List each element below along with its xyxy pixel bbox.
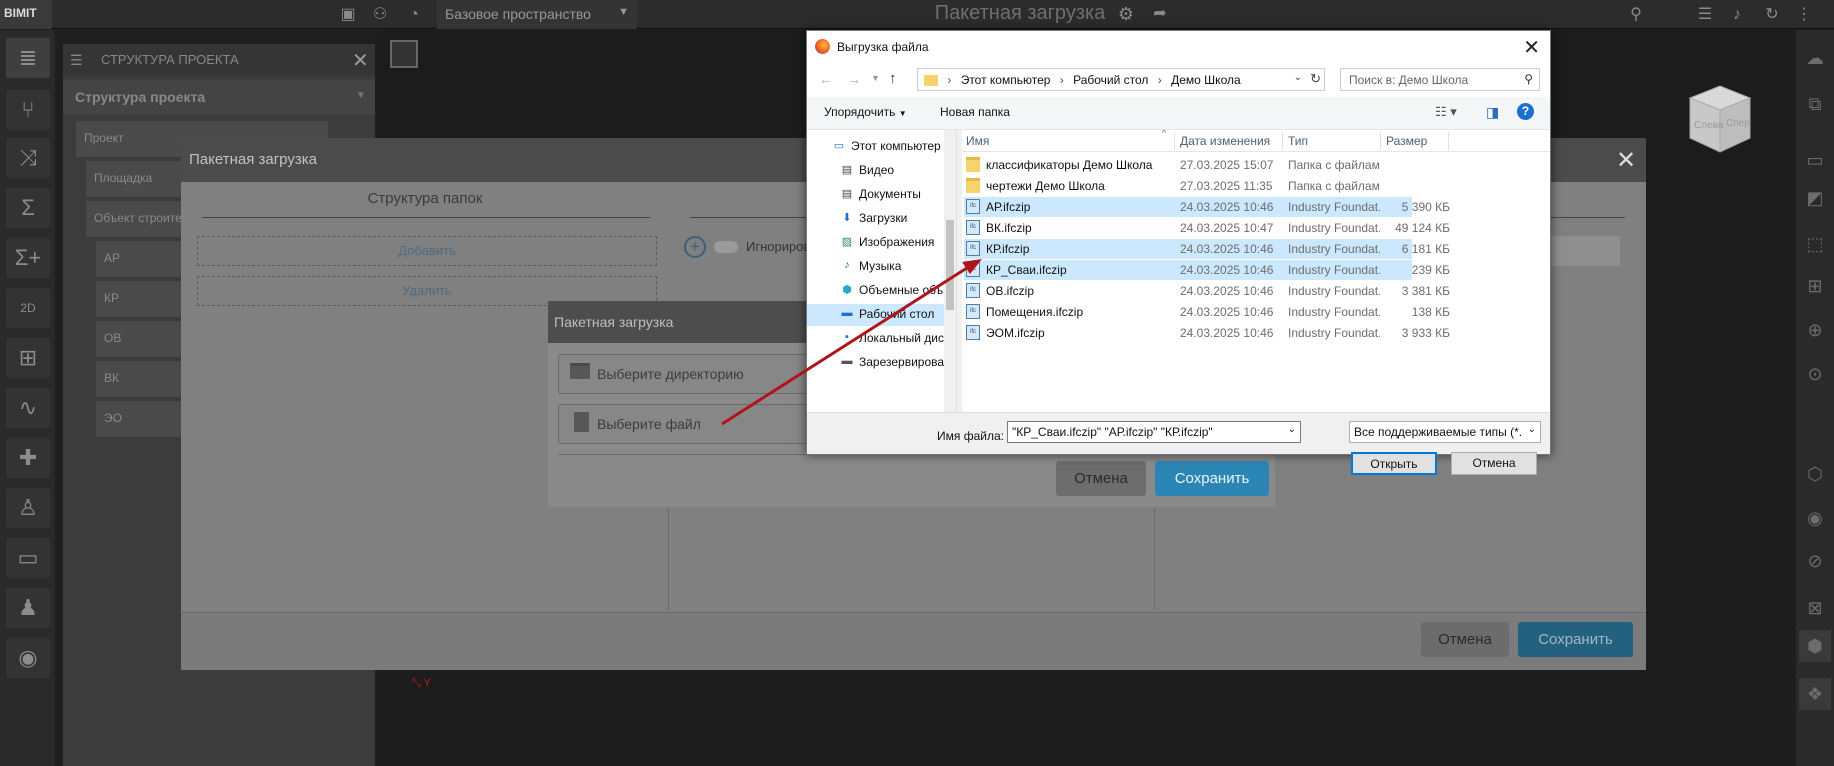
annotation-arrow bbox=[721, 259, 982, 426]
